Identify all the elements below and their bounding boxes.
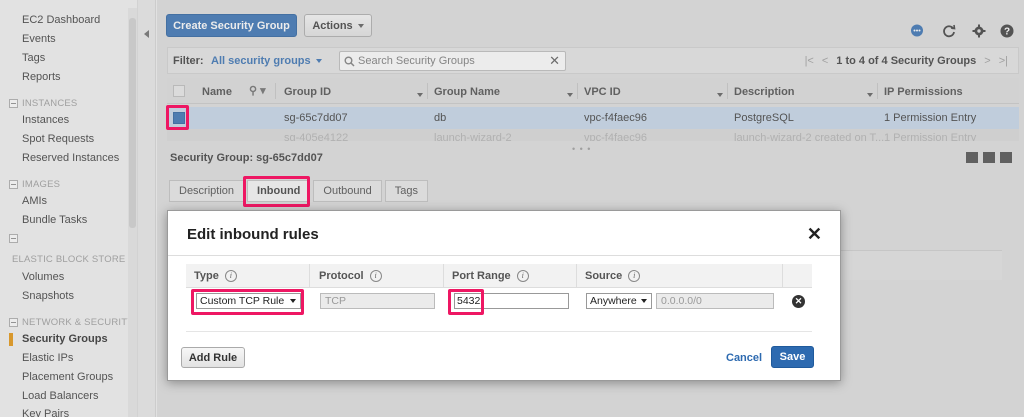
- column-header-source: Source i: [585, 270, 641, 282]
- remove-rule-icon[interactable]: ✕: [792, 295, 805, 308]
- save-button[interactable]: Save: [771, 346, 814, 368]
- column-header-type: Type i: [194, 270, 237, 282]
- close-icon[interactable]: ✕: [807, 225, 822, 243]
- caret-down-icon: [290, 299, 296, 303]
- info-icon[interactable]: i: [628, 270, 641, 282]
- caret-down-icon: [641, 299, 647, 303]
- info-icon[interactable]: i: [224, 270, 237, 282]
- edit-inbound-rules-dialog: Edit inbound rules ✕ Type i Protocol i Por…: [167, 210, 841, 381]
- protocol-field: TCP: [320, 293, 435, 309]
- source-type-select[interactable]: Anywhere: [586, 293, 652, 309]
- port-range-input[interactable]: 5432: [454, 293, 569, 309]
- modal-title: Edit inbound rules: [187, 226, 319, 243]
- add-rule-button[interactable]: Add Rule: [181, 347, 245, 368]
- cancel-button[interactable]: Cancel: [726, 352, 762, 364]
- rule-row: Custom TCP Rule TCP 5432 Anywhere 0.0.0.…: [186, 291, 812, 313]
- type-select[interactable]: Custom TCP Rule: [196, 293, 301, 309]
- column-header-protocol: Protocol i: [319, 270, 382, 282]
- info-icon[interactable]: i: [369, 270, 382, 282]
- rules-header: Type i Protocol i Port Range i Source i: [186, 264, 812, 288]
- column-header-port-range: Port Range i: [452, 270, 529, 282]
- info-icon[interactable]: i: [516, 270, 529, 282]
- source-cidr-input[interactable]: 0.0.0.0/0: [656, 293, 774, 309]
